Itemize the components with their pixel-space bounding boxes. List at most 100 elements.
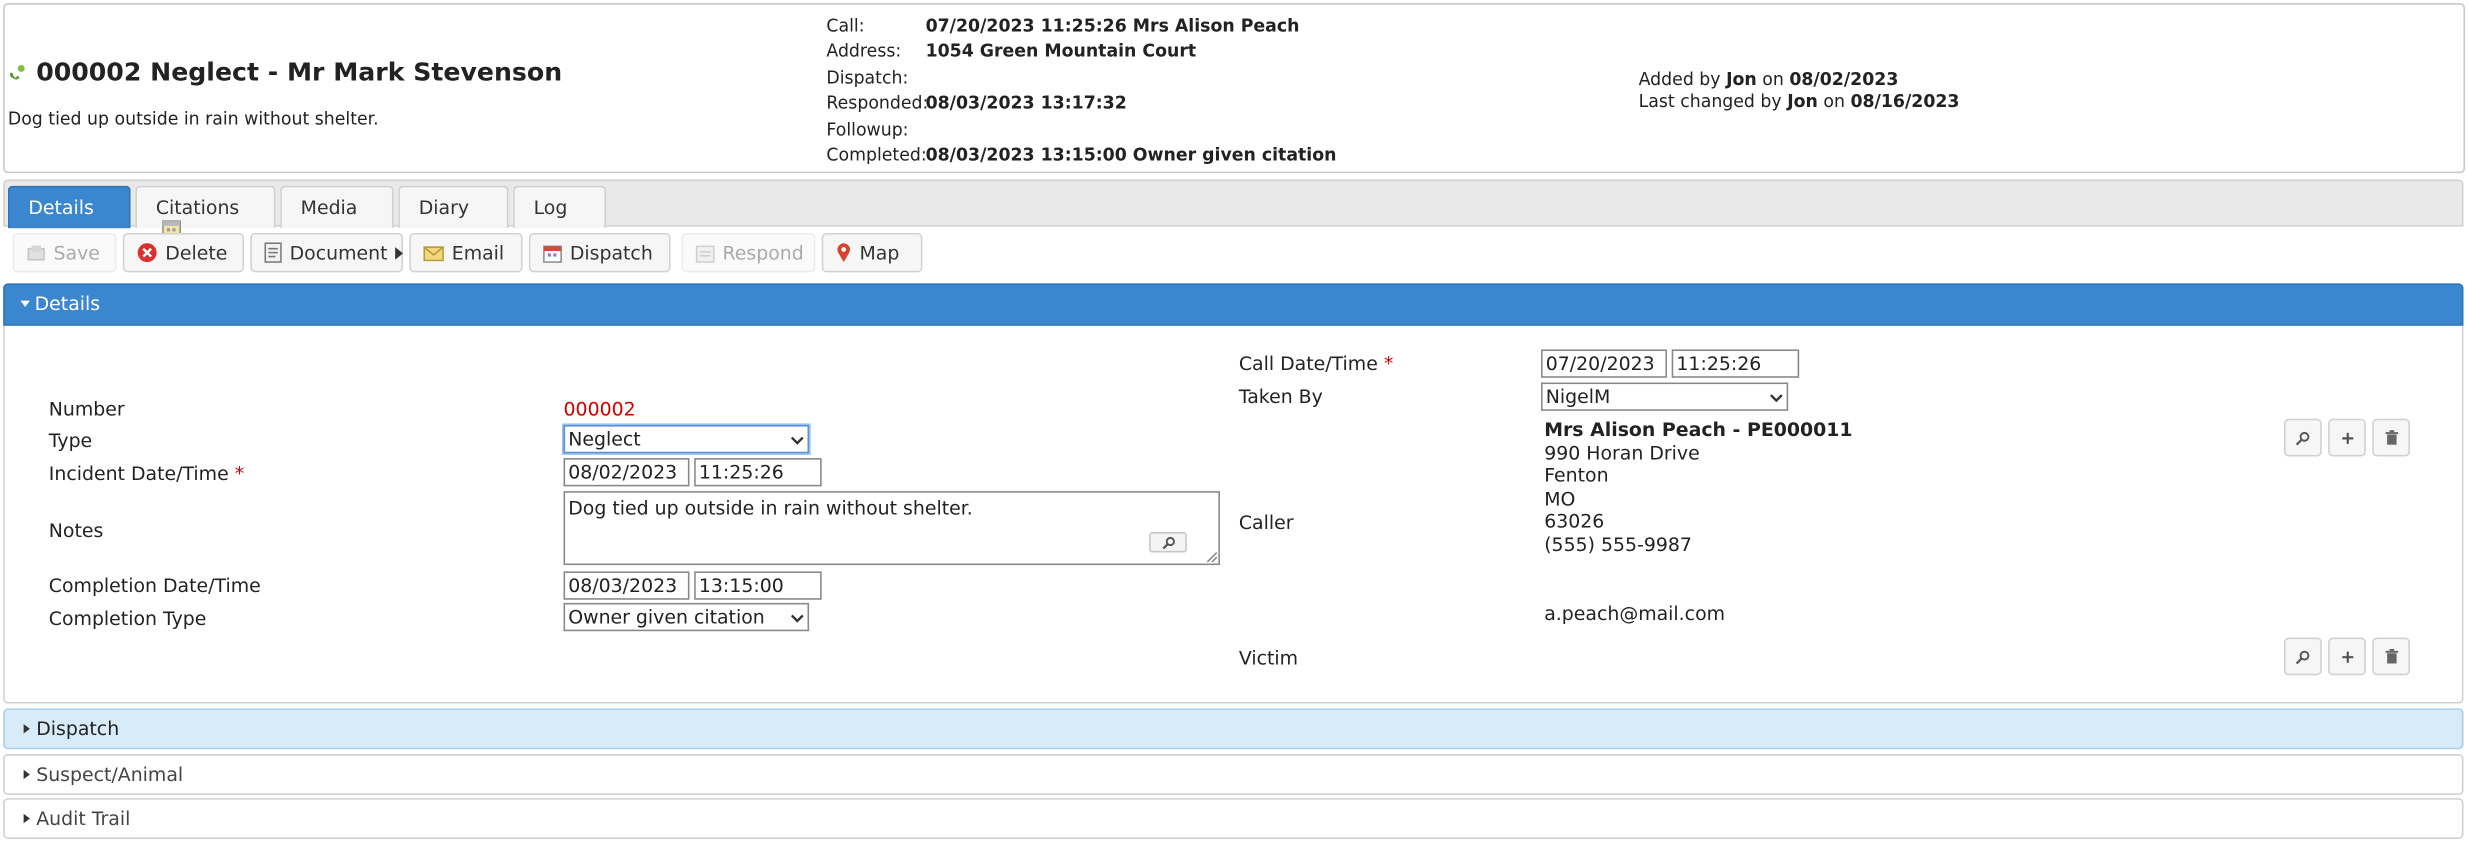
trash-icon — [2384, 430, 2398, 445]
call-info: Call: 07/20/2023 11:25:26 Mrs Alison Peac… — [826, 14, 1336, 169]
map-pin-icon — [837, 243, 851, 263]
changed-by-user: Jon — [1787, 91, 1818, 112]
caller-zip: 63026 — [1544, 510, 1605, 533]
chevron-down-icon — [1770, 393, 1783, 402]
taken-by-select[interactable]: NigelM — [1541, 382, 1789, 411]
tab-log[interactable]: Log — [513, 185, 607, 229]
completed-label: Completed: — [826, 144, 927, 166]
plus-icon — [2341, 432, 2353, 444]
tab-media[interactable]: Media — [280, 185, 394, 229]
delete-icon — [137, 243, 157, 263]
expanded-arrow-icon — [20, 300, 30, 307]
save-button[interactable]: Save — [12, 232, 117, 273]
responded-value: 08/03/2023 13:17:32 — [925, 93, 1127, 114]
resize-grip-icon[interactable] — [1206, 551, 1219, 564]
tab-details-label: Details — [28, 196, 94, 219]
document-button[interactable]: Document — [250, 232, 404, 273]
incident-time-input[interactable]: 11:25:26 — [694, 458, 822, 487]
tab-citations-label: Citations — [155, 196, 240, 219]
title-text: 000002 Neglect - Mr Mark Stevenson — [36, 56, 563, 87]
save-icon — [27, 244, 45, 260]
details-section-title: Details — [34, 292, 101, 315]
address-value: 1054 Green Mountain Court — [925, 41, 1197, 63]
completion-type-label: Completion Type — [48, 607, 207, 630]
dispatch-section-header[interactable]: Dispatch — [3, 708, 2464, 750]
notes-zoom-button[interactable] — [1149, 532, 1187, 553]
email-label: Email — [451, 241, 505, 264]
call-value: 07/20/2023 11:25:26 Mrs Alison Peach — [925, 15, 1300, 37]
map-button[interactable]: Map — [821, 232, 923, 273]
email-button[interactable]: Email — [409, 232, 523, 273]
victim-search-button[interactable] — [2284, 637, 2322, 676]
incident-label-text: Incident Date/Time — [48, 462, 229, 485]
dispatch-label: Dispatch — [569, 241, 653, 264]
dispatch-button[interactable]: Dispatch — [528, 232, 671, 273]
suspect-animal-section-title: Suspect/Animal — [36, 763, 184, 786]
number-label: Number — [48, 398, 125, 421]
notes-text: Dog tied up outside in rain without shel… — [568, 497, 973, 520]
trash-icon — [2384, 649, 2398, 664]
call-time-input[interactable]: 11:25:26 — [1671, 349, 1800, 378]
collapsed-arrow-icon — [23, 769, 30, 780]
notes-label: Notes — [48, 519, 104, 542]
collapsed-arrow-icon — [23, 724, 30, 734]
added-by-user: Jon — [1726, 69, 1757, 90]
dispatch-section-title: Dispatch — [36, 717, 120, 740]
delete-button[interactable]: Delete — [122, 232, 244, 273]
tab-citations[interactable]: Citations — [135, 185, 276, 238]
chevron-down-icon — [790, 435, 804, 444]
notes-textarea[interactable]: Dog tied up outside in rain without shel… — [563, 491, 1220, 566]
completion-type-select[interactable]: Owner given citation — [563, 602, 810, 632]
suspect-animal-section-header[interactable]: Suspect/Animal — [3, 753, 2464, 795]
caller-label: Caller — [1238, 511, 1294, 534]
caller-delete-button[interactable] — [2372, 418, 2410, 457]
completion-date-input[interactable]: 08/03/2023 — [563, 571, 690, 600]
map-label: Map — [859, 241, 900, 264]
search-icon — [1161, 536, 1175, 549]
tab-log-label: Log — [533, 196, 568, 219]
caller-address: 990 Horan Drive — [1544, 441, 1700, 464]
taken-by-label: Taken By — [1238, 385, 1323, 408]
added-by: Added by Jon on 08/02/2023 — [1639, 69, 1960, 91]
tab-details[interactable]: Details — [7, 185, 131, 229]
completion-type-value: Owner given citation — [568, 606, 765, 629]
caller-name[interactable]: Mrs Alison Peach - PE000011 — [1544, 419, 1852, 442]
incident-date-input[interactable]: 08/02/2023 — [563, 458, 690, 487]
collapsed-arrow-icon — [23, 813, 30, 824]
audit-trail-section-title: Audit Trail — [36, 807, 131, 830]
audit-trail-section-header[interactable]: Audit Trail — [3, 798, 2464, 839]
required-mark: * — [1383, 352, 1394, 375]
caller-state: MO — [1544, 487, 1576, 510]
call-datetime-label: Call Date/Time * — [1239, 353, 1393, 375]
incident-datetime-label: Incident Date/Time * — [49, 463, 244, 485]
caller-add-button[interactable] — [2328, 418, 2366, 457]
phone-icon — [9, 64, 25, 79]
respond-label: Respond — [722, 241, 804, 264]
changed-on-date: 08/16/2023 — [1850, 91, 1960, 112]
type-label: Type — [48, 429, 93, 452]
chevron-down-icon — [790, 613, 804, 622]
menu-arrow-icon — [395, 246, 404, 259]
document-icon — [264, 242, 282, 263]
number-value: 000002 — [563, 398, 636, 421]
completion-time-input[interactable]: 13:15:00 — [694, 571, 822, 600]
type-select[interactable]: Neglect — [563, 425, 810, 454]
victim-add-button[interactable] — [2328, 637, 2366, 676]
tab-bar: Details Citations Media Diary Log — [3, 179, 2464, 238]
audit-info: Added by Jon on 08/02/2023 Last changed … — [1639, 69, 1960, 113]
added-by-prefix: Added by — [1638, 69, 1721, 90]
victim-label: Victim — [1238, 646, 1299, 669]
address-label: Address: — [826, 41, 902, 63]
victim-delete-button[interactable] — [2372, 637, 2410, 676]
call-date-input[interactable]: 07/20/2023 — [1541, 349, 1667, 378]
caller-phone: (555) 555-9987 — [1544, 533, 1692, 556]
caller-search-button[interactable] — [2284, 418, 2322, 457]
tab-diary[interactable]: Diary — [398, 185, 509, 229]
search-icon — [2295, 649, 2310, 664]
plus-icon — [2341, 650, 2353, 662]
respond-button[interactable]: Respond — [681, 232, 816, 273]
details-section-header[interactable]: Details — [3, 283, 2464, 326]
changed-by: Last changed by Jon on 08/16/2023 — [1639, 91, 1960, 113]
responded-label: Responded: — [826, 93, 929, 114]
followup-label: Followup: — [826, 119, 909, 140]
